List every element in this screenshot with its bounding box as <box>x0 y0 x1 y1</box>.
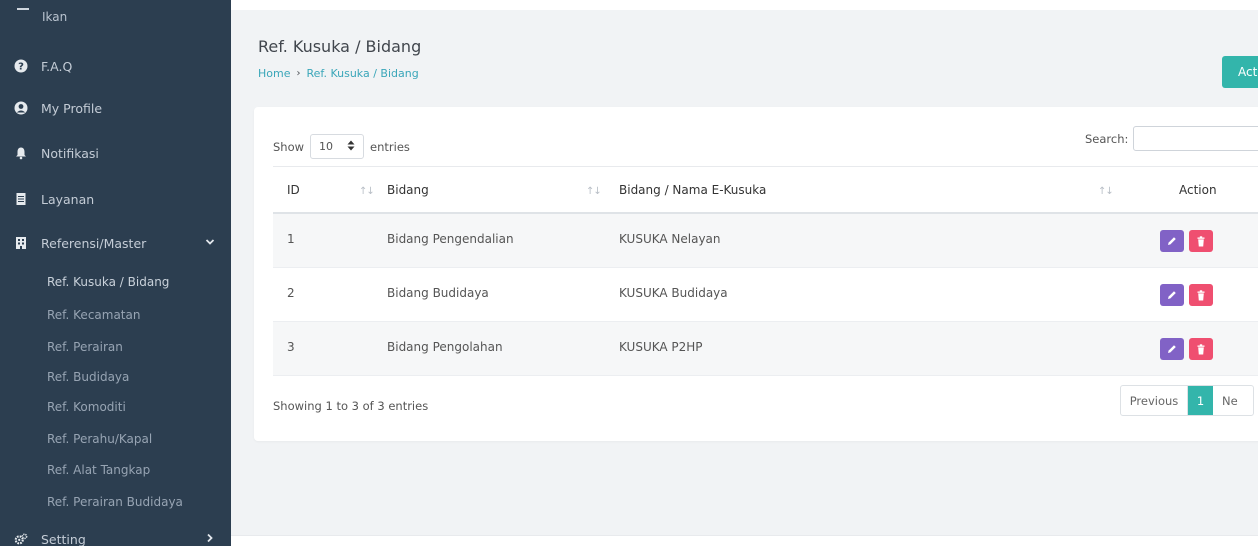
column-header-nama-e-kusuka[interactable]: Bidang / Nama E-Kusuka <box>619 183 766 197</box>
cell-id: 3 <box>287 340 295 354</box>
pagination: Previous 1 Ne <box>1120 385 1254 416</box>
action-button[interactable]: Acti <box>1222 56 1258 88</box>
pencil-icon <box>1168 345 1176 353</box>
sidebar-item-label: F.A.Q <box>41 58 73 74</box>
sidebar-subitem-ref-budidaya[interactable]: Ref. Budidaya <box>47 370 129 384</box>
sidebar-subitem-ref-alat-tangkap[interactable]: Ref. Alat Tangkap <box>47 463 150 477</box>
cell-bidang: Bidang Pengolahan <box>387 340 503 354</box>
main-content: Ref. Kusuka / Bidang Home › Ref. Kusuka … <box>231 0 1258 546</box>
sidebar-item-my-profile[interactable]: My Profile <box>0 93 231 123</box>
gears-icon <box>14 532 28 546</box>
search-control: Search: <box>1085 126 1258 151</box>
entries-select-value: 10 <box>319 140 334 153</box>
cell-bidang: Bidang Pengendalian <box>387 232 514 246</box>
sidebar-subitem-ref-perahu-kapal[interactable]: Ref. Perahu/Kapal <box>47 432 152 446</box>
delete-button[interactable] <box>1189 284 1213 306</box>
sidebar-item-referensi-master[interactable]: Referensi/Master <box>0 228 231 258</box>
entries-label: entries <box>370 139 410 154</box>
sidebar-subitem-ref-komoditi[interactable]: Ref. Komoditi <box>47 400 126 414</box>
sidebar-item-label: Notifikasi <box>41 145 99 161</box>
sidebar-subitem-ref-kecamatan[interactable]: Ref. Kecamatan <box>47 308 140 322</box>
sidebar: Ikan ? F.A.Q My Profile Notifikasi Layan… <box>0 0 231 546</box>
table-card: Show 10 entries Search: ID ↑↓ Bidang ↑↓ … <box>254 107 1258 441</box>
chevron-right-icon <box>205 533 215 546</box>
trash-icon <box>1197 289 1205 300</box>
edit-button[interactable] <box>1160 284 1184 306</box>
sidebar-item-ikan[interactable]: Ikan <box>42 10 67 24</box>
user-circle-icon <box>14 101 28 115</box>
sidebar-item-faq[interactable]: ? F.A.Q <box>0 51 231 81</box>
sidebar-item-label: Layanan <box>41 191 95 207</box>
sort-updown-icon <box>347 140 355 154</box>
table-header: ID ↑↓ Bidang ↑↓ Bidang / Nama E-Kusuka ↑… <box>273 166 1258 214</box>
page-1-button[interactable]: 1 <box>1188 386 1213 415</box>
breadcrumb-current[interactable]: Ref. Kusuka / Bidang <box>306 67 418 80</box>
pencil-icon <box>1168 237 1176 245</box>
cell-nama-e-kusuka: KUSUKA Budidaya <box>619 286 728 300</box>
cell-bidang: Bidang Budidaya <box>387 286 489 300</box>
sort-icon[interactable]: ↑↓ <box>359 186 375 197</box>
sidebar-item-label: Setting <box>41 531 86 546</box>
column-header-bidang[interactable]: Bidang <box>387 183 429 197</box>
document-icon <box>14 192 28 206</box>
sidebar-subitem-ref-perairan[interactable]: Ref. Perairan <box>47 340 123 354</box>
cell-nama-e-kusuka: KUSUKA P2HP <box>619 340 703 354</box>
delete-button[interactable] <box>1189 230 1213 252</box>
sort-icon[interactable]: ↑↓ <box>1098 186 1114 197</box>
sidebar-item-label: My Profile <box>41 100 103 116</box>
delete-button[interactable] <box>1189 338 1213 360</box>
column-header-action: Action <box>1179 183 1217 197</box>
partial-icon <box>17 8 29 10</box>
entries-length-control: Show 10 entries <box>273 134 410 159</box>
top-bar <box>231 0 1258 10</box>
sidebar-item-setting[interactable]: Setting <box>0 524 231 546</box>
search-label: Search: <box>1085 131 1129 146</box>
sidebar-subitem-ref-perairan-budidaya[interactable]: Ref. Perairan Budidaya <box>47 495 183 509</box>
table-row: 2 Bidang Budidaya KUSUKA Budidaya <box>273 268 1258 322</box>
edit-button[interactable] <box>1160 230 1184 252</box>
cell-id: 2 <box>287 286 295 300</box>
sort-icon[interactable]: ↑↓ <box>586 186 602 197</box>
edit-button[interactable] <box>1160 338 1184 360</box>
sidebar-subitem-ref-kusuka-bidang[interactable]: Ref. Kusuka / Bidang <box>47 275 169 289</box>
sidebar-item-layanan[interactable]: Layanan <box>0 184 231 214</box>
pencil-icon <box>1168 291 1176 299</box>
search-input[interactable] <box>1133 126 1258 151</box>
svg-text:?: ? <box>18 62 24 73</box>
show-label: Show <box>273 139 305 154</box>
breadcrumb-home-link[interactable]: Home <box>258 67 290 80</box>
entries-select[interactable]: 10 <box>310 134 365 159</box>
table-row: 1 Bidang Pengendalian KUSUKA Nelayan <box>273 214 1258 268</box>
breadcrumb: Home › Ref. Kusuka / Bidang <box>258 67 419 80</box>
table-row: 3 Bidang Pengolahan KUSUKA P2HP <box>273 322 1258 376</box>
cell-nama-e-kusuka: KUSUKA Nelayan <box>619 232 721 246</box>
page-title: Ref. Kusuka / Bidang <box>258 37 422 56</box>
question-circle-icon: ? <box>14 59 28 73</box>
building-icon <box>14 236 28 250</box>
next-page-button[interactable]: Ne <box>1213 386 1253 415</box>
column-header-id[interactable]: ID <box>287 183 300 197</box>
bell-icon <box>14 146 28 160</box>
sidebar-item-notifikasi[interactable]: Notifikasi <box>0 138 231 168</box>
table-info: Showing 1 to 3 of 3 entries <box>273 399 429 413</box>
cell-id: 1 <box>287 232 295 246</box>
breadcrumb-separator: › <box>296 68 301 79</box>
chevron-down-icon <box>205 237 215 250</box>
trash-icon <box>1197 343 1205 354</box>
previous-page-button[interactable]: Previous <box>1121 386 1188 415</box>
trash-icon <box>1197 235 1205 246</box>
sidebar-item-label: Referensi/Master <box>41 235 147 251</box>
footer <box>231 535 1258 546</box>
